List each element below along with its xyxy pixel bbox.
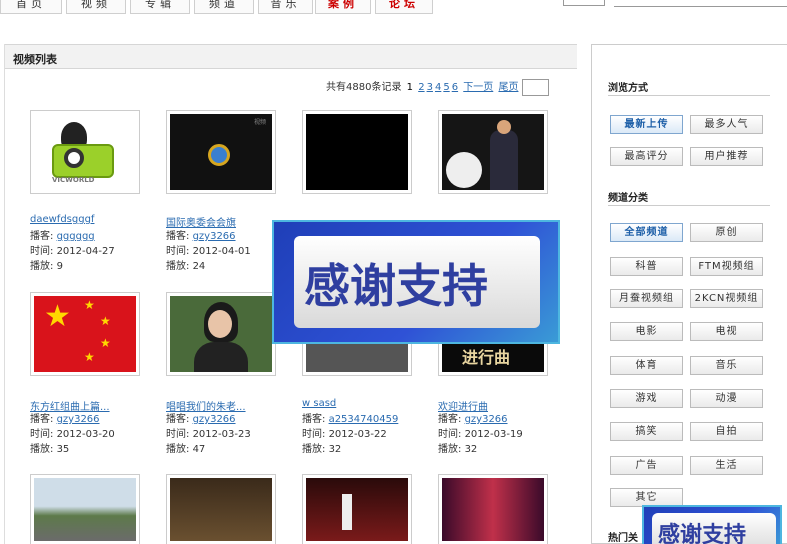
thanks-banner: 感谢支持 [272,220,560,344]
channel-original-button[interactable]: 原创 [690,223,763,242]
channel-music-button[interactable]: 音乐 [690,356,763,375]
video-title-8[interactable]: 欢迎进行曲 [438,398,488,413]
browse-popular-button[interactable]: 最多人气 [690,115,763,134]
thumb-logo-text: VICWORLD [52,176,95,184]
pager-page-6[interactable]: 6 [452,82,458,93]
nav-music[interactable]: 音乐 [258,0,313,14]
thumb-speaker-image [442,114,544,190]
page: 首页 视频 专辑 频道 音乐 案例 论坛 视频列表 共有4880条记录 1 23… [0,0,787,544]
browse-top-rated-button[interactable]: 最高评分 [610,147,683,166]
video-thumb-12[interactable] [438,474,548,544]
pager-total: 共有4880条记录 [326,82,402,93]
thanks-banner-small-text: 感谢支持 [658,523,747,544]
uploader-link-2[interactable]: gzy3266 [193,231,236,242]
video-meta-8: 播客: gzy3266 时间: 2012-03-19 播放: 32 [438,414,523,455]
thumb-concert-image [442,478,544,541]
video-title-2[interactable]: 国际奥委会会旗 [166,214,236,229]
channel-life-button[interactable]: 生活 [690,456,763,475]
thumb-watermark: 视频 [253,119,266,126]
nav-case[interactable]: 案例 [315,0,371,14]
video-thumb-6[interactable] [166,292,276,376]
thumb-march-text: 进行曲 [462,348,511,367]
video-title-1[interactable]: daewfdsgggf [30,214,94,225]
browse-newest-button[interactable]: 最新上传 [610,115,683,134]
channel-anime-button[interactable]: 动漫 [690,389,763,408]
video-meta-2: 播客: gzy3266 时间: 2012-04-01 播放: 24 [166,231,251,272]
pager-page-2[interactable]: 2 [418,82,424,93]
pager-page-3[interactable]: 3 [427,82,433,93]
sidebar: 浏览方式 最新上传 最多人气 最高评分 用户推荐 频道分类 全部频道 原创 科普… [591,44,787,544]
browse-divider [608,95,770,96]
top-divider [614,6,787,7]
channel-divider [608,205,770,206]
channel-all-button[interactable]: 全部频道 [610,223,683,242]
video-meta-5: 播客: gzy3266 时间: 2012-03-20 播放: 35 [30,414,115,455]
video-meta-6: 播客: gzy3266 时间: 2012-03-23 播放: 47 [166,414,251,455]
pager-next[interactable]: 下一页 [463,82,493,93]
video-title-6[interactable]: 唱唱我们的朱老... [166,398,246,413]
thumb-orchestra-image [170,478,272,541]
channel-sports-button[interactable]: 体育 [610,356,683,375]
video-thumb-10[interactable] [166,474,276,544]
thumb-square-image [34,478,136,541]
channel-tv-button[interactable]: 电视 [690,322,763,341]
uploader-link-7[interactable]: a2534740459 [329,414,399,425]
channel-selfie-button[interactable]: 自拍 [690,422,763,441]
video-thumb-2[interactable]: 视频 [166,110,276,194]
channel-title: 频道分类 [608,193,648,204]
video-meta-7: 播客: a2534740459 时间: 2012-03-22 播放: 32 [302,414,399,455]
channel-2kcn-button[interactable]: 2KCN视频组 [690,289,763,308]
thumb-black-image [306,114,408,190]
video-thumb-11[interactable] [302,474,412,544]
uploader-link-1[interactable]: gggggg [57,231,95,242]
pager-page-4[interactable]: 4 [435,82,441,93]
video-thumb-9[interactable] [30,474,140,544]
hot-title: 热门关 [608,533,638,544]
page-jump-input[interactable] [522,79,549,96]
video-thumb-1[interactable]: VICWORLD [30,110,140,194]
thumb-red-flag-image: ★ ★ ★ ★ ★ [34,296,136,372]
thumb-flag-image: 视频 [170,114,272,190]
video-list-header: 视频列表 [5,44,577,69]
nav-video[interactable]: 视频 [66,0,126,14]
pager-last[interactable]: 尾页 [498,82,518,93]
channel-movie-button[interactable]: 电影 [610,322,683,341]
pager-page-5[interactable]: 5 [443,82,449,93]
thanks-banner-text: 感谢支持 [304,259,488,313]
nav-home[interactable]: 首页 [0,0,62,14]
channel-yuecan-button[interactable]: 月蚕视频组 [610,289,683,308]
nav-forum[interactable]: 论坛 [375,0,433,14]
video-thumb-3[interactable] [302,110,412,194]
channel-science-button[interactable]: 科普 [610,257,683,276]
uploader-link-8[interactable]: gzy3266 [465,414,508,425]
browse-title: 浏览方式 [608,83,648,94]
top-nav: 首页 视频 专辑 频道 音乐 案例 论坛 [0,0,787,14]
thumb-singer-image [170,296,272,372]
channel-funny-button[interactable]: 搞笑 [610,422,683,441]
channel-games-button[interactable]: 游戏 [610,389,683,408]
nav-album[interactable]: 专辑 [130,0,190,14]
pager-current: 1 [406,82,414,93]
nav-channel[interactable]: 频道 [194,0,254,14]
video-title-5[interactable]: 东方红组曲上篇... [30,398,110,413]
channel-ftm-button[interactable]: FTM视频组 [690,257,763,276]
pager: 共有4880条记录 1 23456 下一页 尾页 [326,80,520,96]
video-thumb-4[interactable] [438,110,548,194]
uploader-link-6[interactable]: gzy3266 [193,414,236,425]
video-thumb-5[interactable]: ★ ★ ★ ★ ★ [30,292,140,376]
thumb-stage-image [306,478,408,541]
uploader-link-5[interactable]: gzy3266 [57,414,100,425]
thumb-logo-image: VICWORLD [34,114,136,190]
video-list-title: 视频列表 [13,53,57,66]
thanks-banner-small: 感谢支持 [642,505,782,544]
browse-recommended-button[interactable]: 用户推荐 [690,147,763,166]
top-select[interactable] [563,0,605,6]
channel-ads-button[interactable]: 广告 [610,456,683,475]
video-title-7[interactable]: w sasd [302,398,336,409]
video-meta-1: 播客: gggggg 时间: 2012-04-27 播放: 9 [30,231,115,272]
